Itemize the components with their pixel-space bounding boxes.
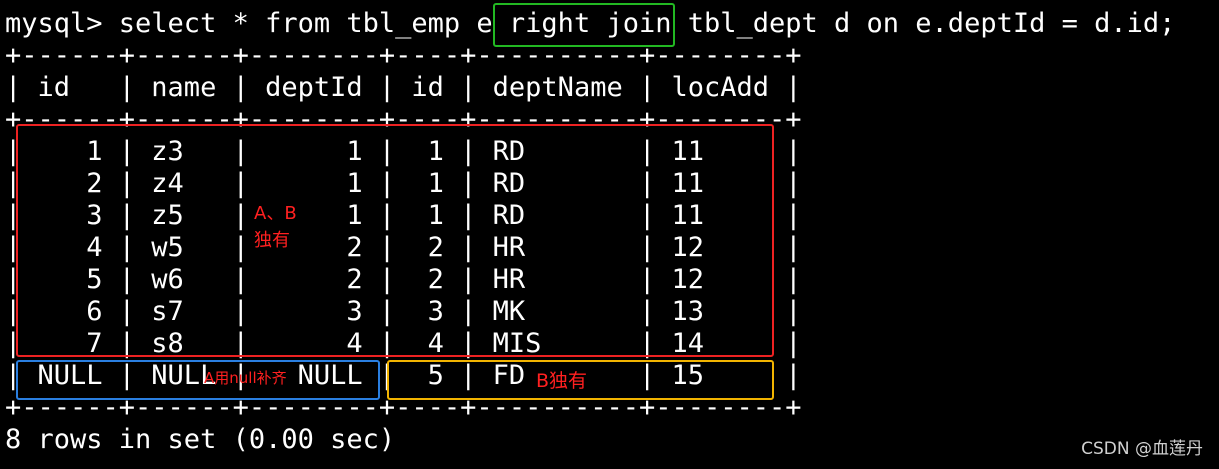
right-join-highlight-box xyxy=(493,3,675,47)
result-summary: 8 rows in set (0.00 sec) xyxy=(5,424,396,455)
a-null-fill-note: A用null补齐 xyxy=(204,369,287,387)
csdn-watermark: CSDN @血莲丹 xyxy=(1081,439,1203,459)
ab-unique-note-line1: A、B xyxy=(254,203,297,224)
a-null-fill-box xyxy=(16,360,380,400)
b-only-note: B独有 xyxy=(536,370,588,392)
ab-unique-note-line2: 独有 xyxy=(254,230,290,251)
matched-rows-box xyxy=(16,124,774,357)
table-border-top: +------+------+--------+----+----------+… xyxy=(5,40,802,71)
table-header: | id | name | deptId | id | deptName | l… xyxy=(5,72,802,103)
